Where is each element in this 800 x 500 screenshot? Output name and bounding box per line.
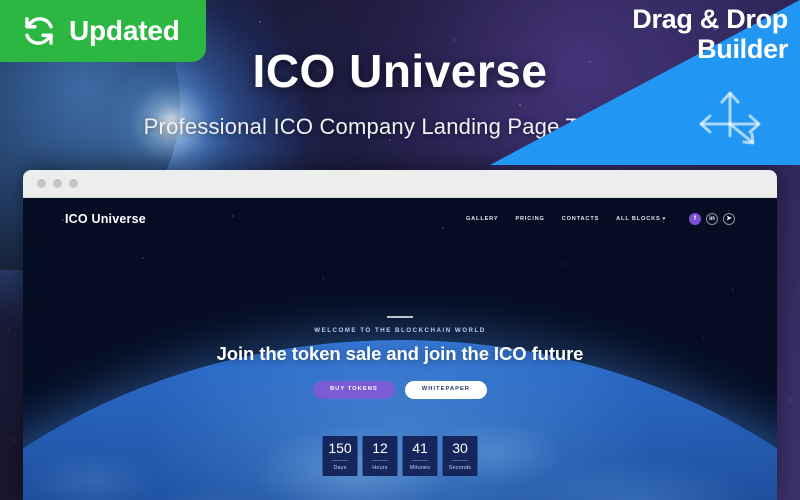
social-links: f in ➤ bbox=[689, 213, 735, 225]
hero-headline: Join the token sale and join the ICO fut… bbox=[216, 343, 584, 364]
hero-divider bbox=[387, 316, 413, 318]
nav-links: GALLERY PRICING CONTACTS ALL BLOCKS ▾ f i… bbox=[466, 213, 735, 225]
preview-hero: WELCOME TO THE BLOCKCHAIN WORLD Join the… bbox=[23, 316, 777, 399]
window-maximize-dot[interactable] bbox=[69, 179, 78, 188]
whitepaper-button[interactable]: WHITEPAPER bbox=[404, 381, 487, 399]
countdown-hours-label: Hours bbox=[372, 465, 388, 471]
browser-titlebar bbox=[23, 170, 777, 198]
preview-navbar: ICO Universe GALLERY PRICING CONTACTS AL… bbox=[23, 198, 777, 240]
nav-item-pricing[interactable]: PRICING bbox=[515, 216, 544, 222]
ribbon-text: Drag & Drop Builder bbox=[498, 4, 788, 64]
window-close-dot[interactable] bbox=[37, 179, 46, 188]
page-stage: Updated Drag & Drop Builder ICO Universe… bbox=[0, 0, 800, 500]
template-preview: ICO Universe GALLERY PRICING CONTACTS AL… bbox=[23, 198, 777, 500]
countdown-minutes-value: 41 bbox=[412, 440, 428, 456]
updated-badge-label: Updated bbox=[69, 15, 180, 46]
countdown-minutes-label: Mitunes bbox=[409, 465, 431, 471]
countdown-timer: 150 Days 12 Hours 41 Mitunes 30 Seconds bbox=[322, 436, 478, 476]
hero-eyebrow: WELCOME TO THE BLOCKCHAIN WORLD bbox=[314, 327, 486, 334]
site-logo[interactable]: ICO Universe bbox=[65, 212, 146, 226]
countdown-rule bbox=[331, 460, 349, 461]
countdown-rule bbox=[451, 460, 469, 461]
browser-mockup: ICO Universe GALLERY PRICING CONTACTS AL… bbox=[23, 170, 777, 500]
facebook-icon[interactable]: f bbox=[689, 213, 701, 225]
ribbon-line-1: Drag & Drop bbox=[632, 4, 788, 34]
chevron-down-icon: ▾ bbox=[662, 216, 666, 222]
buy-tokens-button[interactable]: BUY TOKENS bbox=[312, 381, 395, 399]
twitter-icon[interactable]: ➤ bbox=[723, 213, 735, 225]
hero-buttons: BUY TOKENS WHITEPAPER bbox=[23, 381, 777, 399]
four-way-arrows-icon bbox=[699, 91, 761, 145]
drag-drop-ribbon: Drag & Drop Builder bbox=[490, 0, 800, 165]
countdown-days-value: 150 bbox=[328, 440, 352, 456]
countdown-hours: 12 Hours bbox=[362, 436, 398, 476]
countdown-rule bbox=[411, 460, 429, 461]
countdown-seconds-label: Seconds bbox=[448, 465, 472, 471]
countdown-hours-value: 12 bbox=[372, 440, 388, 456]
countdown-days-label: Days bbox=[333, 465, 347, 471]
nav-item-contacts[interactable]: CONTACTS bbox=[562, 216, 599, 222]
refresh-icon bbox=[22, 14, 56, 48]
countdown-seconds-value: 30 bbox=[452, 440, 468, 456]
nav-item-all-blocks-label: ALL BLOCKS bbox=[616, 216, 661, 222]
countdown-minutes: 41 Mitunes bbox=[402, 436, 438, 476]
linkedin-icon[interactable]: in bbox=[706, 213, 718, 225]
window-minimize-dot[interactable] bbox=[53, 179, 62, 188]
updated-badge: Updated bbox=[0, 0, 206, 62]
countdown-seconds: 30 Seconds bbox=[442, 436, 478, 476]
ribbon-line-2: Builder bbox=[697, 34, 788, 65]
countdown-rule bbox=[371, 460, 389, 461]
nav-item-gallery[interactable]: GALLERY bbox=[466, 216, 498, 222]
nav-item-all-blocks[interactable]: ALL BLOCKS ▾ bbox=[616, 216, 666, 222]
countdown-days: 150 Days bbox=[322, 436, 358, 476]
